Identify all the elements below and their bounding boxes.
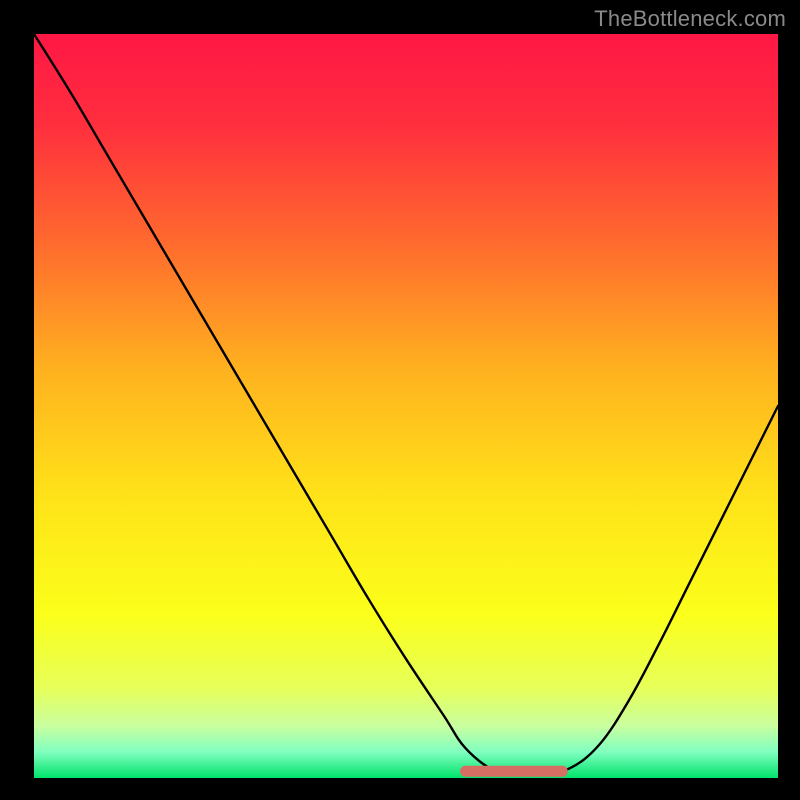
- plot-area: [34, 34, 778, 778]
- bottleneck-curve: [34, 34, 778, 775]
- curve-layer: [34, 34, 778, 778]
- chart-frame: TheBottleneck.com: [0, 0, 800, 800]
- watermark: TheBottleneck.com: [594, 6, 786, 32]
